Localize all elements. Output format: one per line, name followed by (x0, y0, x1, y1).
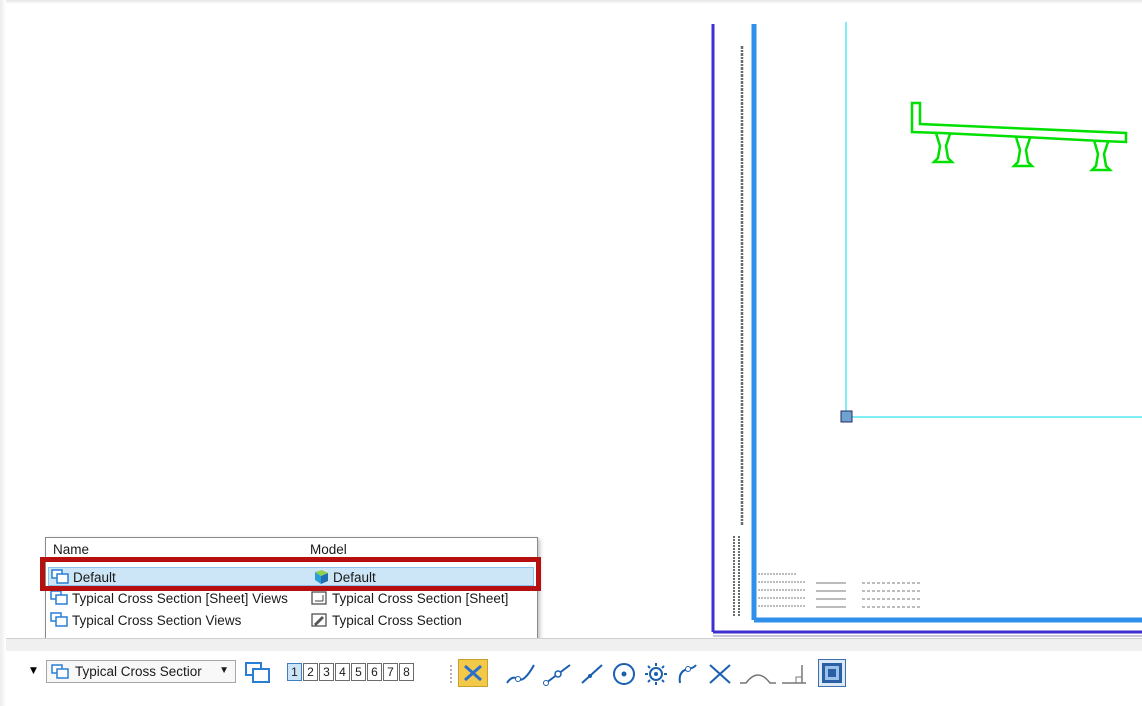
cell-origin-handle[interactable] (840, 410, 853, 423)
tangent-snap-icon (678, 664, 697, 684)
saved-view-icon (50, 590, 68, 606)
view-row-typical-sheet-views[interactable]: Typical Cross Section [Sheet] Views Typi… (48, 589, 534, 608)
saved-views-button[interactable] (244, 661, 272, 685)
origin-snap-icon (645, 663, 667, 685)
status-strip (6, 638, 1142, 651)
nearest-snap-icon (581, 664, 603, 684)
perpendicular-snap-icon (782, 665, 806, 684)
view-row-model: Typical Cross Section [Sheet] (332, 590, 509, 606)
snaps-toggle-icon (464, 664, 482, 682)
intersection-snap-button[interactable] (706, 661, 734, 687)
chevron-down-icon[interactable]: ▼ (219, 665, 229, 676)
view-button-6[interactable]: 6 (367, 663, 382, 681)
intersection-snap-icon (709, 664, 731, 684)
saved-view-icon (50, 612, 68, 628)
view-button-1[interactable]: 1 (287, 663, 302, 681)
saved-view-combo[interactable]: Typical Cross Sectior ▼ (46, 660, 236, 683)
title-block-rows (758, 573, 920, 608)
bisector-snap-icon (740, 674, 776, 684)
accusnap-icon (822, 663, 842, 683)
highlight-annotation-box (40, 557, 541, 591)
view-toolbar: ▼ Typical Cross Sectior ▼ 1 2 3 4 5 6 7 … (6, 651, 1142, 697)
view-row-typical-views[interactable]: Typical Cross Section Views Typical Cros… (48, 611, 534, 630)
bridge-cross-section (910, 101, 1128, 172)
column-header-model[interactable]: Model (310, 542, 347, 557)
nearest-snap-button[interactable] (578, 661, 606, 687)
snaps-toggle-button[interactable] (458, 659, 488, 687)
tangent-snap-button[interactable] (674, 661, 702, 687)
view-row-name: Typical Cross Section Views (72, 612, 242, 628)
view-row-model: Typical Cross Section (332, 612, 462, 628)
saved-view-combo-value: Typical Cross Sectior (75, 664, 202, 679)
accusnap-button[interactable] (818, 659, 846, 687)
view-row-name: Typical Cross Section [Sheet] Views (72, 590, 288, 606)
keypoint-snap-button[interactable] (504, 661, 538, 687)
sheet-model-icon (310, 590, 328, 606)
center-snap-button[interactable] (610, 661, 638, 687)
view-button-4[interactable]: 4 (335, 663, 350, 681)
drawing-model-icon (310, 612, 328, 628)
bisector-snap-button[interactable] (738, 661, 778, 687)
keypoint-snap-icon (506, 664, 535, 684)
midpoint-snap-button[interactable] (542, 661, 574, 687)
toolbar-separator (450, 665, 454, 683)
perpendicular-snap-button[interactable] (780, 661, 810, 687)
view-button-8[interactable]: 8 (399, 663, 414, 681)
view-button-3[interactable]: 3 (319, 663, 334, 681)
saved-view-icon (51, 663, 69, 680)
saved-views-icon (245, 662, 270, 683)
center-snap-icon (613, 663, 635, 685)
view-button-7[interactable]: 7 (383, 663, 398, 681)
view-button-5[interactable]: 5 (351, 663, 366, 681)
window-shadow-top (0, 0, 1142, 4)
origin-snap-button[interactable] (642, 661, 670, 687)
view-button-2[interactable]: 2 (303, 663, 318, 681)
column-header-name[interactable]: Name (53, 542, 89, 557)
toolbar-menu-arrow-icon[interactable]: ▼ (30, 666, 37, 676)
midpoint-snap-icon (543, 664, 571, 686)
